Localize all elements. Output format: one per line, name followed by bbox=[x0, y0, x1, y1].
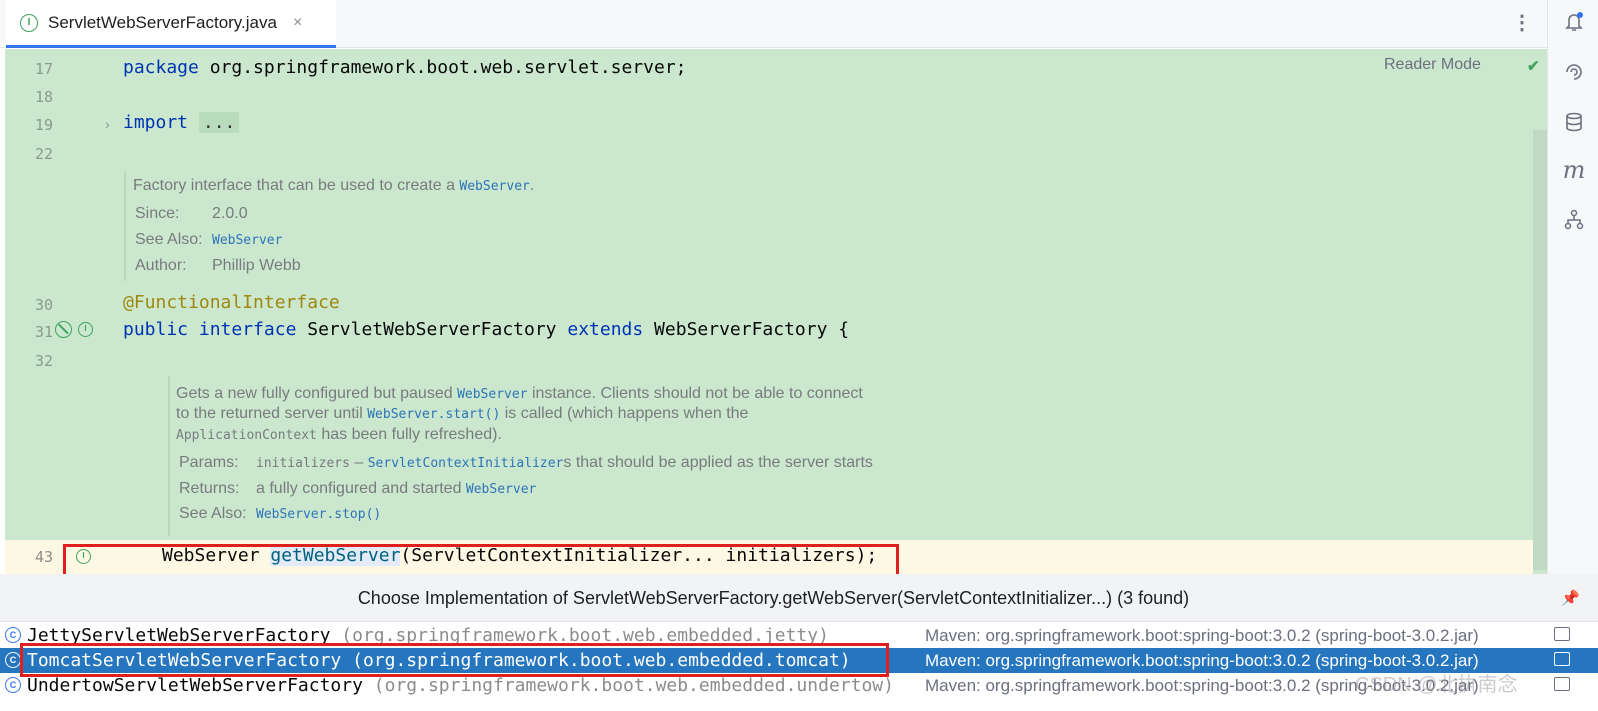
doc-see-also: See Also: WebServer.stop() bbox=[179, 505, 382, 522]
class-icon: C bbox=[5, 627, 21, 643]
editor-tab-bar: I ServletWebServerFactory.java × ⋮ bbox=[0, 0, 1547, 48]
line-number: 32 bbox=[34, 352, 53, 370]
jar-icon bbox=[1554, 652, 1570, 666]
close-tab-icon[interactable]: × bbox=[293, 14, 302, 32]
jar-icon bbox=[1554, 627, 1570, 641]
doc-summary: Factory interface that can be used to cr… bbox=[133, 177, 535, 194]
doc-author: Author: Phillip Webb bbox=[135, 257, 301, 274]
interface-icon: I bbox=[20, 13, 38, 32]
doc-method-line2: to the returned server until WebServer.s… bbox=[176, 405, 749, 422]
class-icon: C bbox=[5, 677, 21, 693]
line-number: 19 bbox=[34, 116, 53, 134]
line-number: 22 bbox=[34, 145, 53, 163]
structure-icon[interactable] bbox=[1562, 208, 1586, 232]
tab-filename: ServletWebServerFactory.java bbox=[48, 12, 277, 32]
editor-scrollbar[interactable] bbox=[1533, 130, 1547, 570]
inspection-ok-icon: ✔ bbox=[1527, 58, 1540, 75]
popup-title: Choose Implementation of ServletWebServe… bbox=[357, 588, 1190, 608]
code-editor[interactable]: 17 18 19 22 30 31 32 package org.springf… bbox=[5, 49, 1547, 574]
implemented-gutter-icon[interactable]: I bbox=[78, 322, 93, 337]
doc-returns: Returns: a fully configured and started W… bbox=[179, 480, 537, 497]
doc-bar bbox=[124, 171, 126, 281]
line-number: 31 bbox=[34, 323, 53, 341]
tab-servlet-web-server-factory[interactable]: I ServletWebServerFactory.java × bbox=[6, 0, 336, 48]
ai-assistant-icon[interactable] bbox=[1562, 60, 1586, 84]
doc-since: Since: 2.0.0 bbox=[135, 205, 248, 222]
maven-icon[interactable]: m bbox=[1562, 156, 1586, 184]
line-number: 17 bbox=[34, 60, 53, 78]
doc-method-line1: Gets a new fully configured but paused W… bbox=[176, 385, 863, 402]
doc-see-also: See Also: WebServer bbox=[135, 231, 283, 248]
code-line-import: import ... bbox=[123, 112, 240, 133]
doc-method-line3: ApplicationContext has been fully refres… bbox=[176, 426, 502, 443]
code-line-interface-decl: public interface ServletWebServerFactory… bbox=[123, 319, 850, 340]
code-line-package: package org.springframework.boot.web.ser… bbox=[123, 57, 687, 78]
fold-expand-icon[interactable]: › bbox=[105, 116, 110, 132]
line-number: 43 bbox=[34, 548, 53, 566]
jar-icon bbox=[1554, 677, 1570, 691]
highlight-box-tomcat bbox=[20, 643, 889, 677]
database-icon[interactable] bbox=[1562, 110, 1586, 134]
folded-imports[interactable]: ... bbox=[198, 112, 240, 133]
library-name: Maven: org.springframework.boot:spring-b… bbox=[925, 626, 1479, 645]
more-options-icon[interactable]: ⋮ bbox=[1512, 10, 1532, 35]
no-suspend-icon[interactable] bbox=[55, 321, 72, 338]
doc-bar bbox=[168, 376, 170, 536]
notifications-icon[interactable] bbox=[1562, 10, 1586, 34]
pin-icon[interactable]: 📌 bbox=[1561, 589, 1580, 607]
code-line-annotation: @FunctionalInterface bbox=[123, 292, 340, 313]
reader-mode-button[interactable]: Reader Mode bbox=[1384, 56, 1481, 74]
doc-params: Params: initializers – ServletContextInit… bbox=[179, 454, 873, 471]
line-number: 30 bbox=[34, 296, 53, 314]
class-name: UndertowServletWebServerFactory (org.spr… bbox=[27, 675, 894, 696]
watermark: CSDN @北执南念 bbox=[1355, 674, 1518, 696]
class-icon: C bbox=[5, 652, 21, 668]
line-number: 18 bbox=[34, 88, 53, 106]
